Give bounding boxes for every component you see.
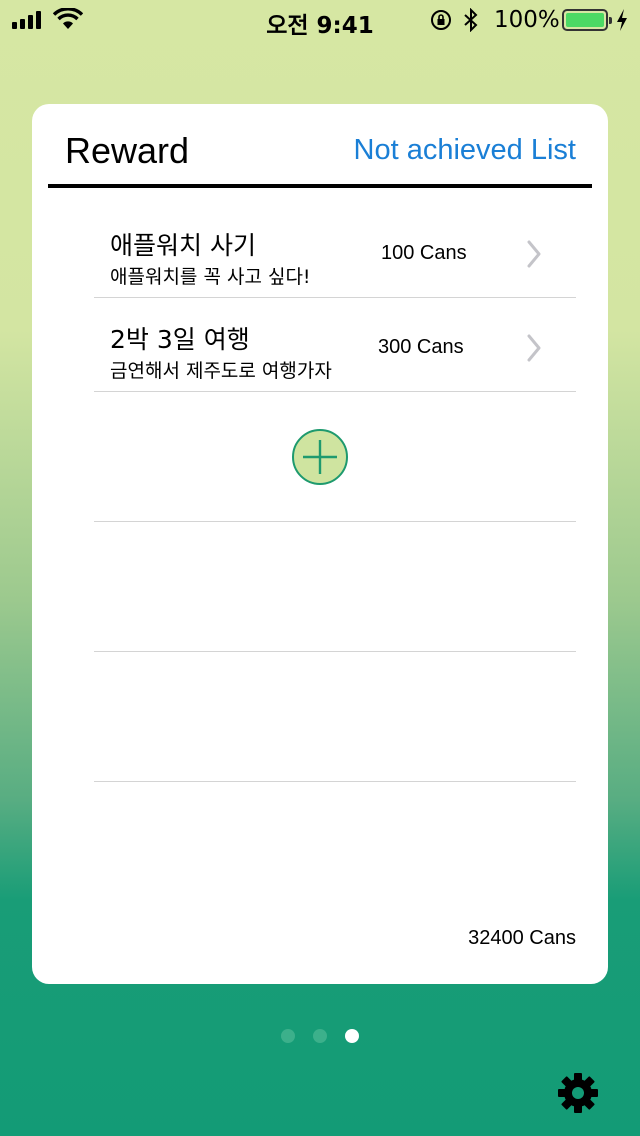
chevron-right-icon <box>527 240 541 268</box>
header-divider <box>48 184 592 188</box>
add-reward-button[interactable] <box>292 429 348 485</box>
reward-subtitle: 애플워치를 꼭 사고 싶다! <box>110 266 311 288</box>
chevron-right-icon <box>527 334 541 362</box>
battery-level <box>566 13 604 27</box>
page-dot[interactable] <box>281 1029 295 1043</box>
reward-title: 2박 3일 여행 <box>110 325 250 354</box>
status-bar: 오전 9:41 100% <box>0 0 640 40</box>
reward-subtitle: 금연해서 제주도로 여행가자 <box>110 360 332 382</box>
reward-amount: 300 Cans <box>378 336 464 358</box>
card-title: Reward <box>65 130 190 171</box>
reward-title: 애플워치 사기 <box>110 231 256 260</box>
bluetooth-icon <box>464 8 478 32</box>
plus-icon <box>303 440 337 474</box>
charging-bolt-icon <box>617 9 627 31</box>
page-dot[interactable] <box>313 1029 327 1043</box>
page-control <box>0 1029 640 1043</box>
reward-card: Reward Not achieved List 애플워치 사기 애플워치를 꼭… <box>32 104 608 984</box>
battery-percent: 100% <box>494 7 560 33</box>
reward-row[interactable]: 2박 3일 여행 금연해서 제주도로 여행가자 300 Cans <box>94 298 576 392</box>
add-reward-row <box>94 392 576 522</box>
orientation-lock-icon <box>431 10 451 30</box>
gear-icon[interactable] <box>556 1071 600 1115</box>
not-achieved-list-link[interactable]: Not achieved List <box>354 134 576 167</box>
total-cans: 32400 Cans <box>468 927 576 949</box>
page-dot-current[interactable] <box>345 1029 359 1043</box>
empty-row <box>94 522 576 652</box>
battery-icon <box>562 9 612 31</box>
reward-amount: 100 Cans <box>381 242 467 264</box>
empty-row <box>94 652 576 782</box>
reward-row[interactable]: 애플워치 사기 애플워치를 꼭 사고 싶다! 100 Cans <box>94 204 576 298</box>
